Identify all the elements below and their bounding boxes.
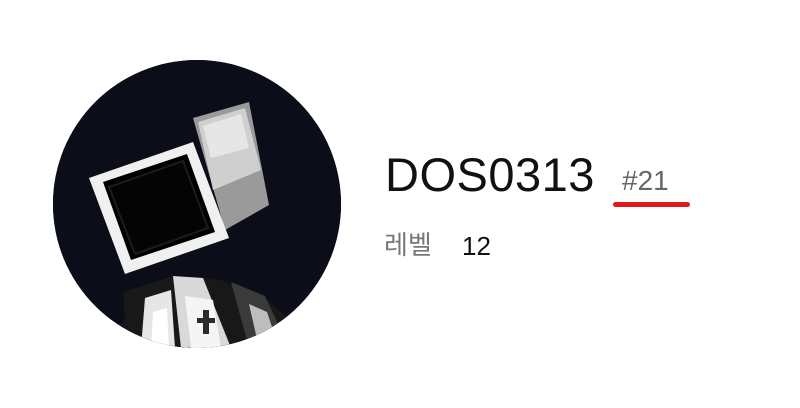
level-label: 레벨	[384, 230, 432, 260]
user-tag: #21	[622, 165, 669, 196]
profile-card: DOS0313 #21 레벨 12	[0, 0, 800, 408]
username: DOS0313	[385, 148, 595, 201]
tag-underline	[613, 202, 690, 207]
profile-avatar[interactable]	[53, 60, 341, 348]
tv-head-avatar-icon	[53, 60, 341, 348]
level-value: 12	[462, 231, 491, 261]
